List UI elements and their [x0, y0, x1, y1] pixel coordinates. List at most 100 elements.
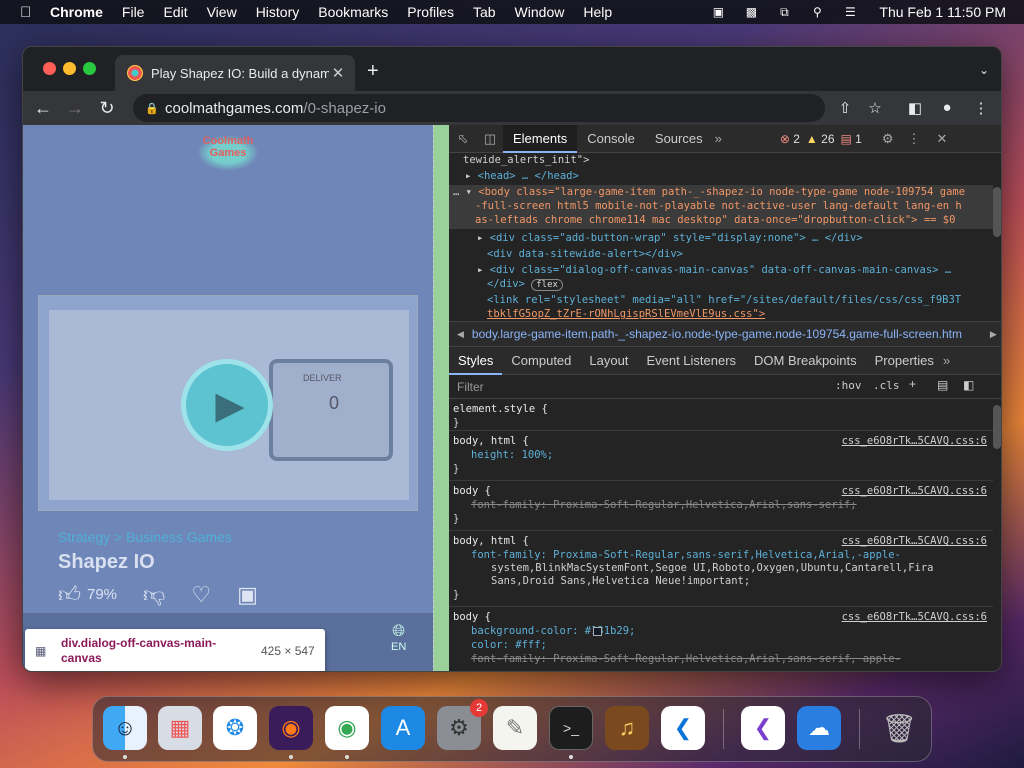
menu-window[interactable]: Window [515, 4, 565, 20]
styles-filter-input[interactable]: Filter [457, 380, 484, 394]
tab-layout[interactable]: Layout [580, 347, 637, 375]
address-bar[interactable]: 🔒 coolmathgames.com/0-shapez-io [133, 94, 825, 122]
dom-line[interactable]: </div> flex [487, 277, 563, 292]
issues-count-badge[interactable]: ▤ 1 [841, 132, 862, 146]
dom-line[interactable]: ▸ <div class="dialog-off-canvas-main-can… [477, 263, 951, 277]
menu-file[interactable]: File [122, 4, 145, 20]
spotlight-search-icon[interactable]: ⚲ [807, 5, 827, 19]
share-icon[interactable]: ⇧ [835, 99, 855, 117]
dom-line[interactable]: … ▾ <body class="large-game-item path-_-… [453, 185, 965, 199]
new-tab-button[interactable]: + [367, 61, 379, 81]
more-tabs-icon[interactable]: » [715, 131, 722, 146]
tab-close-icon[interactable]: ✕ [329, 64, 347, 82]
tab-computed[interactable]: Computed [502, 347, 580, 375]
class-toggle[interactable]: .cls [873, 379, 900, 392]
rule-selector[interactable]: body { [453, 485, 491, 498]
dom-line[interactable]: tewide_alerts_init"> [463, 153, 589, 167]
tab-event-listeners[interactable]: Event Listeners [637, 347, 745, 375]
menu-view[interactable]: View [207, 4, 237, 20]
favorite-heart-icon[interactable]: ♡ [191, 582, 211, 608]
breadcrumb-left-arrow-icon[interactable]: ◀ [457, 329, 464, 340]
rule-property[interactable]: background-color: #131b29; [471, 625, 635, 638]
devtools-splitter[interactable] [433, 125, 449, 671]
error-count-badge[interactable]: ⊗ 2 [780, 132, 800, 146]
dom-breadcrumb[interactable]: body.large-game-item.path-_-shapez-io.no… [472, 327, 982, 341]
rule-source-link[interactable]: css_e6O8rTk…5CAVQ.css:6 [842, 611, 987, 624]
devtools-menu-icon[interactable]: ⋮ [908, 131, 921, 147]
breadcrumb-right-arrow-icon[interactable]: ▶ [990, 329, 997, 340]
window-zoom-button[interactable] [83, 62, 96, 75]
rule-source-link[interactable]: css_e6O8rTk…5CAVQ.css:6 [842, 435, 987, 448]
vscode-icon[interactable]: ❮ [661, 706, 705, 750]
window-minimize-button[interactable] [63, 62, 76, 75]
tab-search-chevron-icon[interactable]: ⌄ [979, 63, 989, 77]
bookmark-star-icon[interactable]: ☆ [865, 99, 885, 117]
photo-tray-icon[interactable]: ▣ [708, 5, 728, 19]
settings-gear-icon[interactable]: ⚙ [882, 131, 894, 147]
tab-properties[interactable]: Properties [866, 347, 943, 375]
dom-line[interactable]: <div data-sitewide-alert></div> [487, 247, 683, 261]
coolmath-logo[interactable]: Coolmath Games [197, 135, 259, 171]
apple-menu-icon[interactable]:  [20, 4, 36, 21]
rule-selector[interactable]: body, html { [453, 435, 529, 448]
menu-profiles[interactable]: Profiles [407, 4, 454, 20]
inspect-element-icon[interactable]: ⬁ [449, 131, 477, 147]
back-button[interactable]: ← [27, 98, 59, 119]
thumbs-up-icon[interactable]: 👍︎ [58, 581, 81, 608]
tab-dom-breakpoints[interactable]: DOM Breakpoints [745, 347, 866, 375]
play-button[interactable]: ▶ [181, 359, 273, 451]
forward-button[interactable]: → [59, 98, 91, 119]
rule-source-link[interactable]: css_e6O8rTk…5CAVQ.css:6 [842, 535, 987, 548]
dom-line[interactable]: <link rel="stylesheet" media="all" href=… [487, 293, 961, 307]
rule-property[interactable]: font-family: Proxima-Soft-Regular,sans-s… [471, 549, 901, 562]
terminal-icon[interactable]: >_ [549, 706, 593, 750]
rule-property[interactable]: height: 100%; [471, 449, 553, 462]
dom-tree-scrollbar[interactable] [993, 187, 1001, 237]
rule-selector[interactable]: body { [453, 611, 491, 624]
dom-line[interactable]: ▸ <head> … </head> [465, 169, 579, 183]
thumbs-down-icon[interactable]: 👎︎ [143, 581, 165, 608]
dom-line[interactable]: tbklfG5opZ_tZrE-rONhLgispRSlEVmeVlE9us.c… [487, 307, 765, 321]
menu-clock[interactable]: Thu Feb 1 11:50 PM [879, 4, 1006, 20]
tab-sources[interactable]: Sources [645, 125, 713, 153]
browser-tab[interactable]: Play Shapez IO: Build a dynam ✕ [115, 55, 355, 91]
menu-app-name[interactable]: Chrome [50, 4, 103, 20]
more-style-tabs-icon[interactable]: » [943, 353, 950, 368]
device-toolbar-icon[interactable]: ◫ [477, 131, 503, 147]
menu-help[interactable]: Help [583, 4, 612, 20]
element-state-icon[interactable]: ▤ [937, 378, 948, 392]
language-selector[interactable]: 🌐︎ EN [391, 623, 406, 653]
control-center-icon[interactable]: ☰ [840, 5, 860, 19]
dom-line[interactable]: -full-screen html5 mobile-not-playable n… [475, 199, 962, 213]
warning-count-badge[interactable]: ▲ 26 [806, 132, 835, 146]
visual-studio-icon[interactable]: ❮ [741, 706, 785, 750]
dom-line[interactable]: as-leftads chrome chrome114 mac desktop"… [475, 213, 955, 227]
flex-badge[interactable]: flex [531, 279, 563, 291]
firefox-icon[interactable]: ◉ [269, 706, 313, 750]
menu-bookmarks[interactable]: Bookmarks [318, 4, 388, 20]
rule-selector[interactable]: element.style { [453, 403, 548, 416]
app-store-icon[interactable]: A [381, 706, 425, 750]
more-menu-icon[interactable]: ⋮ [971, 99, 991, 117]
window-tray-icon[interactable]: ⧉ [774, 5, 794, 19]
reload-button[interactable]: ↻ [91, 98, 123, 119]
lock-icon[interactable]: 🔒 [145, 102, 159, 115]
devtools-close-icon[interactable]: ✕ [937, 131, 948, 147]
hover-state-toggle[interactable]: :hov [835, 379, 862, 392]
weather-icon[interactable]: ☁ [797, 706, 841, 750]
tab-elements[interactable]: Elements [503, 124, 578, 153]
menu-tab[interactable]: Tab [473, 4, 496, 20]
side-panel-icon[interactable]: ◧ [905, 99, 925, 117]
tab-console[interactable]: Console [577, 125, 645, 153]
finder-icon[interactable]: ☺ [103, 706, 147, 750]
rule-source-link[interactable]: css_e6O8rTk…5CAVQ.css:6 [842, 485, 987, 498]
textedit-icon[interactable]: ✎ [493, 706, 537, 750]
screen-share-icon[interactable]: ▩ [741, 5, 761, 19]
new-style-rule-icon[interactable]: + [909, 377, 916, 391]
launchpad-icon[interactable]: ▦ [158, 706, 202, 750]
rule-selector[interactable]: body, html { [453, 535, 529, 548]
toggle-sidebar-icon[interactable]: ◧ [963, 378, 974, 392]
garageband-icon[interactable]: ♫ [605, 706, 649, 750]
menu-history[interactable]: History [256, 4, 300, 20]
web-page-viewport[interactable]: Coolmath Games DELIVER 0 ▶ Strategy > Bu… [23, 125, 433, 671]
